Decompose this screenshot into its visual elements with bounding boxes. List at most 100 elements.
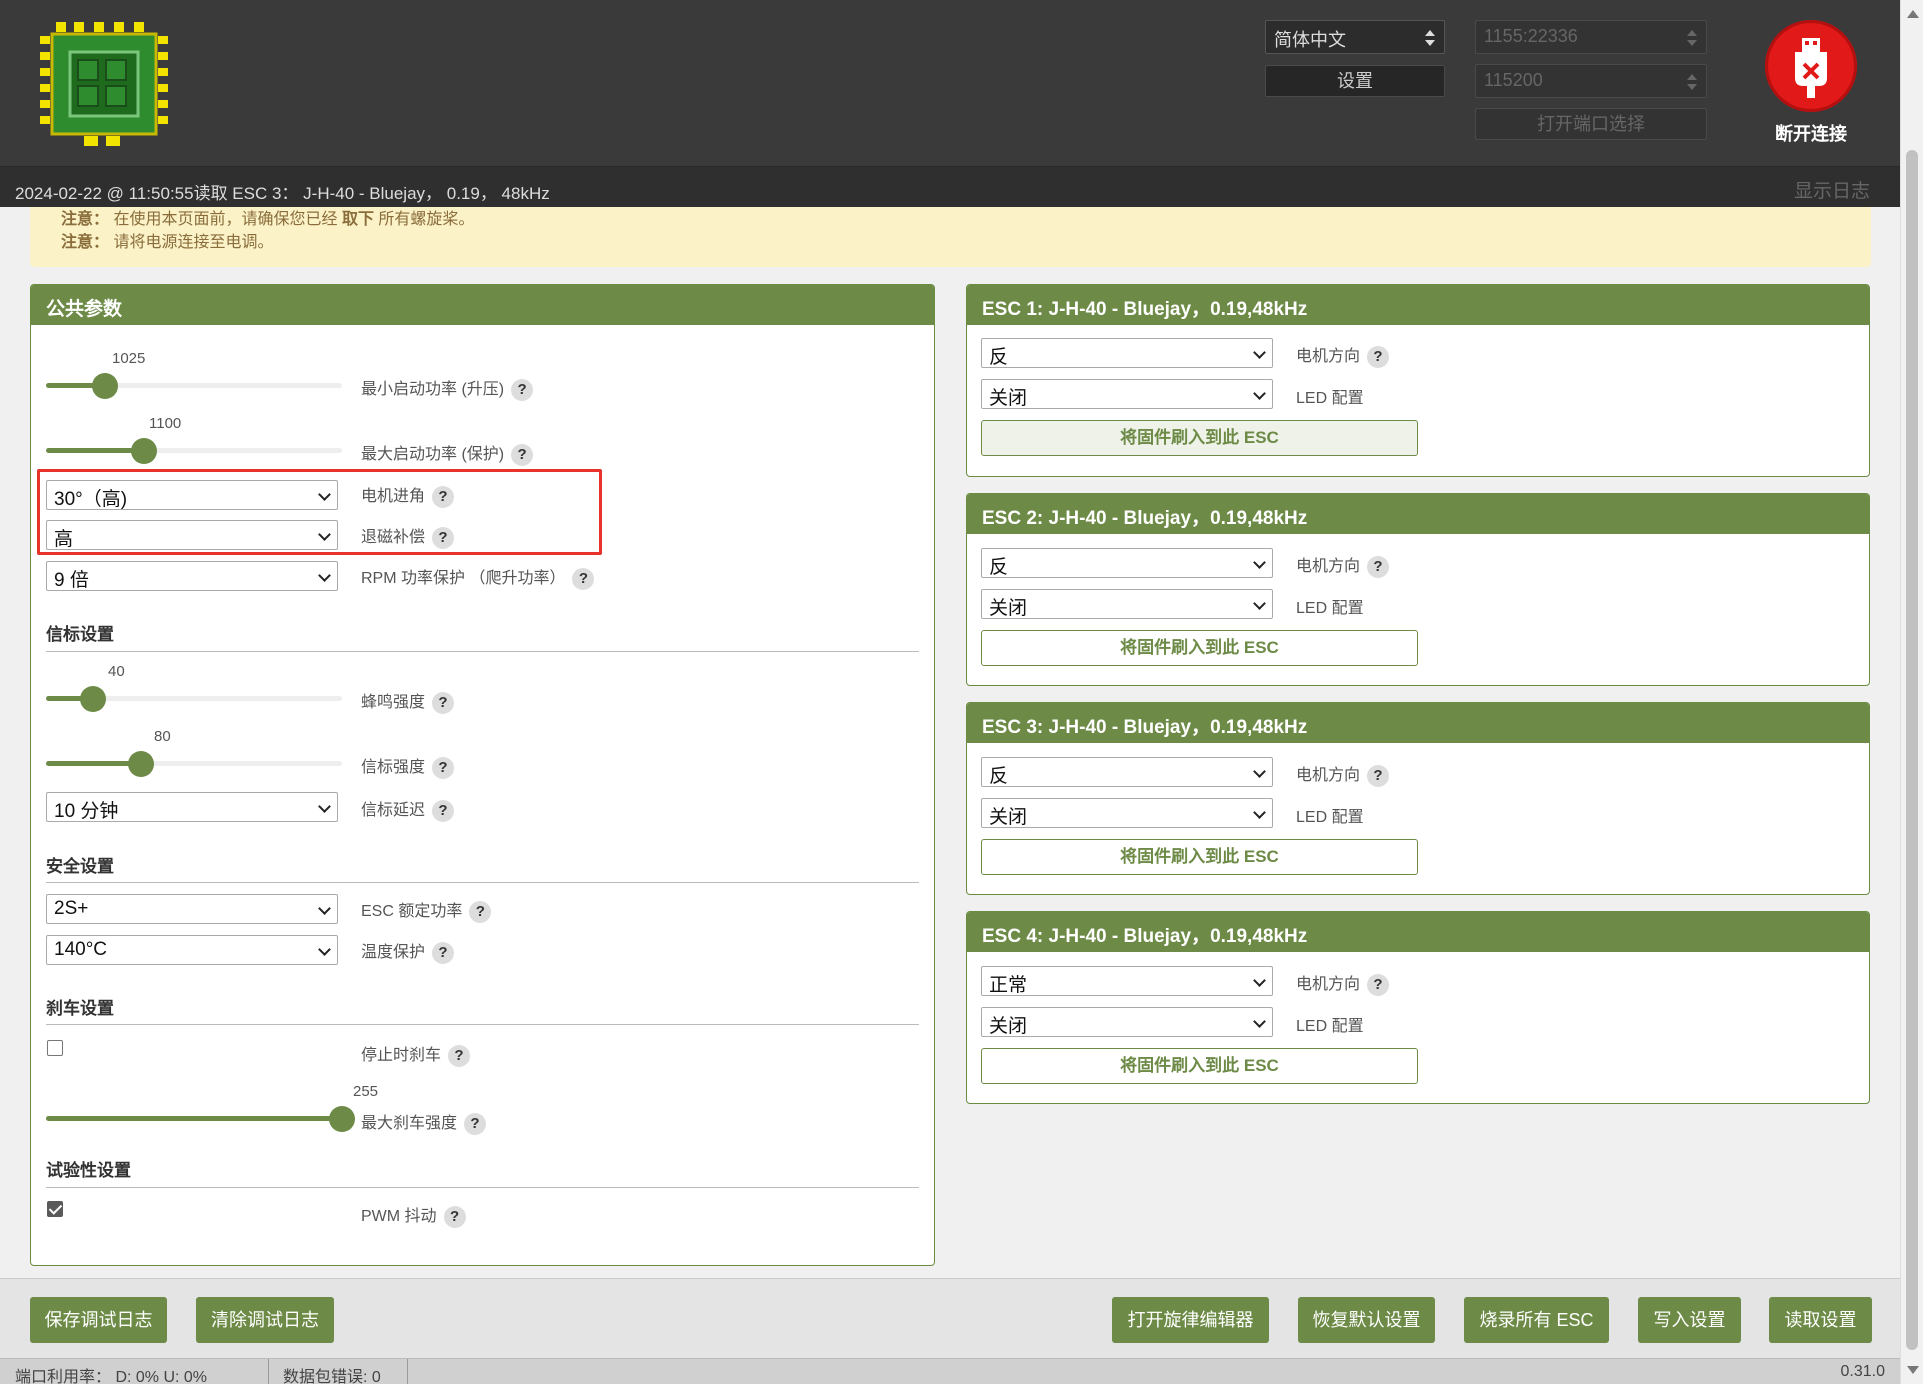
bottom-toolbar: 保存调试日志 清除调试日志 打开旋律编辑器 恢复默认设置 烧录所有 ESC 写入… <box>0 1278 1900 1358</box>
esc-3-flash-button[interactable]: 将固件刷入到此 ESC <box>981 839 1418 875</box>
esc-2-led-select[interactable]: 关闭 <box>981 589 1273 619</box>
pwm-dither-checkbox[interactable] <box>47 1201 63 1217</box>
help-icon[interactable]: ? <box>443 1205 466 1228</box>
esc-power-label: ESC 额定功率? <box>361 897 492 923</box>
help-icon[interactable]: ? <box>1367 555 1390 578</box>
section-divider <box>46 882 919 883</box>
experimental-section-title: 试验性设置 <box>46 1161 131 1180</box>
beep-strength-label: 蜂鸣强度? <box>361 688 455 714</box>
beacon-strength-slider[interactable] <box>46 751 342 777</box>
restore-defaults-button[interactable]: 恢复默认设置 <box>1298 1297 1435 1343</box>
esc-4-title: ESC 4: J-H-40 - Bluejay，0.19,48kHz <box>967 912 1869 952</box>
status-divider <box>268 1359 269 1384</box>
rpm-protect-value: 9 倍 <box>54 570 89 591</box>
beep-strength-slider[interactable] <box>46 686 342 712</box>
chevron-down-icon <box>1253 597 1266 610</box>
brake-on-stop-label: 停止时刹车? <box>361 1041 471 1067</box>
slider-handle[interactable] <box>127 751 154 777</box>
max-brake-slider[interactable] <box>46 1106 355 1132</box>
show-log-link[interactable]: 显示日志 <box>1794 176 1870 203</box>
help-icon[interactable]: ? <box>1367 973 1390 996</box>
help-icon[interactable]: ? <box>464 1112 487 1135</box>
safety-section-title: 安全设置 <box>46 857 114 876</box>
help-icon[interactable]: ? <box>511 378 534 401</box>
beacon-delay-select[interactable]: 10 分钟 <box>46 792 338 822</box>
rpm-protect-select[interactable]: 9 倍 <box>46 561 338 591</box>
esc-4-led-label: LED 配置 <box>1296 1018 1364 1035</box>
esc-2-flash-button[interactable]: 将固件刷入到此 ESC <box>981 630 1418 666</box>
esc-3-direction-select[interactable]: 反 <box>981 757 1273 787</box>
highlight-box <box>37 469 602 555</box>
notice-text: 在使用本页面前，请确保您已经 <box>113 211 338 228</box>
max-startup-slider[interactable] <box>46 438 342 464</box>
page-scrollbar[interactable] <box>1900 0 1923 1384</box>
disconnect-button[interactable] <box>1765 20 1857 112</box>
open-port-button[interactable]: 打开端口选择 <box>1475 108 1707 140</box>
esc-1-direction-label: 电机方向? <box>1296 342 1390 368</box>
esc-1-direction-value: 反 <box>989 347 1009 368</box>
esc-4-direction-value: 正常 <box>989 975 1028 996</box>
notice-bold: 取下 <box>341 211 374 228</box>
help-icon[interactable]: ? <box>1367 764 1390 787</box>
baud-select[interactable]: 115200 <box>1475 64 1707 98</box>
notice-prefix: 注意： <box>61 234 110 251</box>
temp-protect-select[interactable]: 140°C <box>46 935 338 965</box>
help-icon[interactable]: ? <box>448 1044 471 1067</box>
language-select[interactable]: 简体中文 <box>1265 20 1445 54</box>
esc-1-flash-button[interactable]: 将固件刷入到此 ESC <box>981 420 1418 456</box>
clear-log-button[interactable]: 清除调试日志 <box>196 1297 334 1343</box>
port-value: 1155:22336 <box>1484 26 1578 46</box>
brake-section-title: 刹车设置 <box>46 999 114 1018</box>
scroll-up-icon[interactable] <box>1907 10 1919 18</box>
help-icon[interactable]: ? <box>511 443 534 466</box>
help-icon[interactable]: ? <box>432 799 455 822</box>
rpm-protect-label: RPM 功率保护 （爬升功率）? <box>361 564 595 590</box>
esc-1-title: ESC 1: J-H-40 - Bluejay，0.19,48kHz <box>967 285 1869 325</box>
chevron-down-icon <box>318 569 331 582</box>
flash-all-button[interactable]: 烧录所有 ESC <box>1464 1297 1609 1343</box>
write-settings-button[interactable]: 写入设置 <box>1638 1297 1741 1343</box>
esc-2-direction-select[interactable]: 反 <box>981 548 1273 578</box>
chevron-down-icon <box>1253 387 1266 400</box>
port-select[interactable]: 1155:22336 <box>1475 20 1707 54</box>
scroll-down-icon[interactable] <box>1907 1366 1919 1374</box>
esc-2-title: ESC 2: J-H-40 - Bluejay，0.19,48kHz <box>967 494 1869 534</box>
notice-text: 请将电源连接至电调。 <box>113 234 274 251</box>
read-settings-button[interactable]: 读取设置 <box>1769 1297 1872 1343</box>
esc-4-direction-select[interactable]: 正常 <box>981 966 1273 996</box>
baud-value: 115200 <box>1484 70 1543 90</box>
max-brake-label: 最大刹车强度? <box>361 1109 487 1135</box>
max-brake-value: 255 <box>353 1083 379 1100</box>
min-startup-slider[interactable] <box>46 373 342 399</box>
app-version: 0.31.0 <box>1840 1363 1885 1380</box>
chevron-down-icon <box>1253 974 1266 987</box>
chevron-down-icon <box>1253 765 1266 778</box>
esc-4-flash-button[interactable]: 将固件刷入到此 ESC <box>981 1048 1418 1084</box>
help-icon[interactable]: ? <box>432 941 455 964</box>
notice-suffix: 所有螺旋桨。 <box>378 211 475 228</box>
scroll-thumb[interactable] <box>1906 150 1918 1350</box>
slider-handle[interactable] <box>130 438 157 464</box>
esc-4-led-select[interactable]: 关闭 <box>981 1007 1273 1037</box>
slider-handle[interactable] <box>329 1106 355 1132</box>
log-message: 2024-02-22 @ 11:50:55读取 ESC 3： J-H-40 - … <box>15 184 550 203</box>
esc-3-led-select[interactable]: 关闭 <box>981 798 1273 828</box>
help-icon[interactable]: ? <box>432 691 455 714</box>
status-bar: 端口利用率： D: 0% U: 0% 数据包错误: 0 0.31.0 <box>0 1358 1900 1384</box>
save-log-button[interactable]: 保存调试日志 <box>30 1297 167 1343</box>
esc-1-direction-select[interactable]: 反 <box>981 338 1273 368</box>
slider-handle[interactable] <box>92 373 119 399</box>
section-divider <box>46 1024 919 1025</box>
esc-power-select[interactable]: 2S+ <box>46 894 338 924</box>
settings-button[interactable]: 设置 <box>1265 65 1445 97</box>
esc-1-led-label: LED 配置 <box>1296 390 1364 407</box>
help-icon[interactable]: ? <box>1367 345 1390 368</box>
brake-on-stop-checkbox[interactable] <box>47 1040 63 1056</box>
disconnect-label[interactable]: 断开连接 <box>1740 120 1882 146</box>
help-icon[interactable]: ? <box>469 900 492 923</box>
esc-1-led-select[interactable]: 关闭 <box>981 379 1273 409</box>
help-icon[interactable]: ? <box>572 567 595 590</box>
port-usage: 端口利用率： D: 0% U: 0% <box>15 1369 208 1384</box>
melody-editor-button[interactable]: 打开旋律编辑器 <box>1112 1297 1269 1343</box>
help-icon[interactable]: ? <box>432 756 455 779</box>
